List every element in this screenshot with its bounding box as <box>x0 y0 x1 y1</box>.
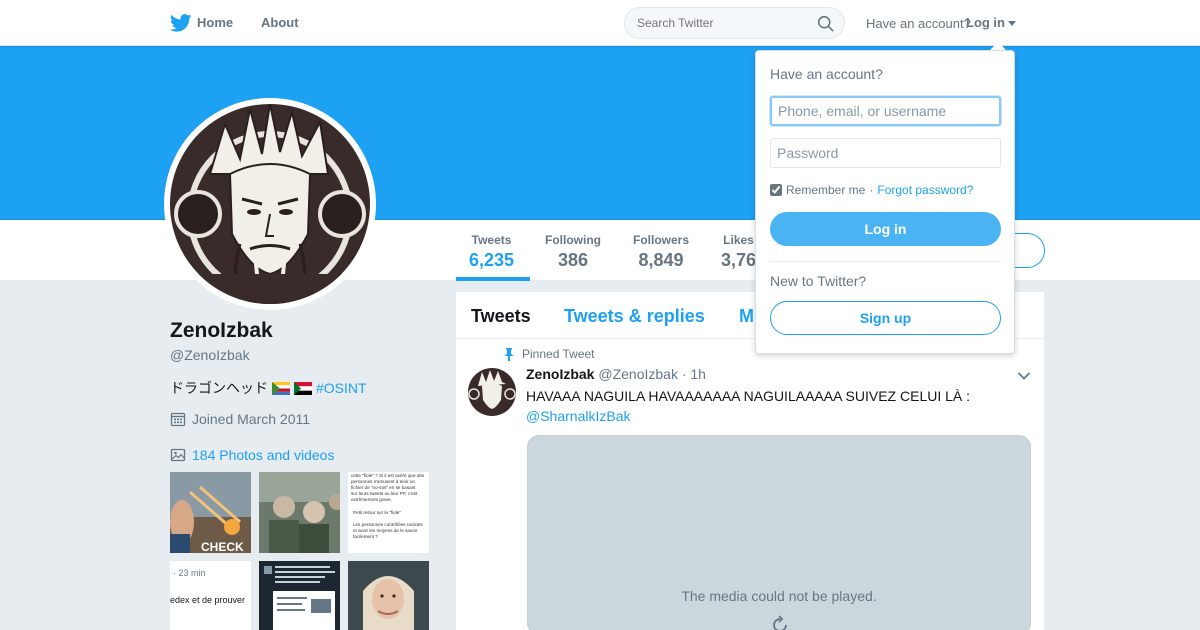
login-dropdown-toggle[interactable]: Log in <box>966 15 1005 30</box>
login-button[interactable]: Log in <box>770 212 1001 246</box>
thumbnail-text: edex et de prouver <box>170 595 245 605</box>
media-thumbnail[interactable]: · 23 min edex et de prouver <box>170 561 251 630</box>
stat-followers[interactable]: Followers 8,849 <box>633 233 689 271</box>
remember-row: Remember me · Forgot password? <box>770 183 973 197</box>
thumbnail-people-image <box>259 472 340 553</box>
media-thumbnail[interactable]: CHECK <box>170 472 251 553</box>
bio-text: ドラゴンヘッド <box>170 380 268 396</box>
thumbnail-text-line: extrêmement grave. <box>351 497 392 502</box>
media-thumbnail[interactable] <box>259 472 340 553</box>
comoros-flag-icon <box>272 381 290 395</box>
joined-date: Joined March 2011 <box>170 411 310 427</box>
tweet-timestamp[interactable]: · 1h <box>682 366 706 382</box>
calendar-icon <box>170 412 186 427</box>
media-thumbnail[interactable] <box>348 561 429 630</box>
bio-hashtag-link[interactable]: #OSINT <box>316 380 367 396</box>
nav-about-link[interactable]: About <box>261 15 299 30</box>
stat-label: Tweets <box>471 233 512 247</box>
signup-button[interactable]: Sign up <box>770 301 1001 335</box>
pin-icon <box>504 347 514 361</box>
top-nav-bar: Home About Have an account? Log in <box>0 0 1200 46</box>
password-field[interactable] <box>770 138 1001 168</box>
chevron-down-icon[interactable] <box>1017 371 1031 381</box>
tweet-body: HAVAAA NAGUILA HAVAAAAAAA NAGUILAAAAA SU… <box>526 388 971 404</box>
sudan-flag-icon <box>294 381 312 395</box>
profile-avatar[interactable] <box>164 98 376 310</box>
thumbnail-text-line: facilement ? <box>353 534 378 539</box>
twitter-bird-icon[interactable] <box>170 14 192 32</box>
tweet-author-handle[interactable]: @ZenoIzbak <box>598 366 678 382</box>
avatar-illustration <box>170 104 370 304</box>
pinned-text: Pinned Tweet <box>522 347 595 361</box>
active-stat-underline <box>456 277 530 281</box>
stat-value: 386 <box>557 250 589 270</box>
thumbnail-text-line: et avoir les moyens de le savoir <box>353 528 418 533</box>
tweet-media-player[interactable]: The media could not be played. <box>527 435 1031 630</box>
tweet-author-name[interactable]: ZenoIzbak <box>526 366 594 382</box>
thumbnail-tweet-image: · 23 min edex et de prouver <box>170 561 251 630</box>
image-icon <box>170 448 186 462</box>
tab-media[interactable]: M <box>739 306 754 327</box>
media-thumbnail[interactable]: cette "fiole" ? Si il est avéré que des … <box>348 472 429 553</box>
stat-value: 3,76 <box>721 250 757 270</box>
tweet-text: HAVAAA NAGUILA HAVAAAAAAA NAGUILAAAAA SU… <box>526 386 996 426</box>
thumbnail-text-line: personnes s'amusent à tenir un <box>351 479 415 484</box>
tweet-author-avatar[interactable] <box>468 368 516 416</box>
tweet-mention-link[interactable]: @SharnalkIzBak <box>526 406 996 426</box>
tab-tweets-replies[interactable]: Tweets & replies <box>564 306 705 327</box>
thumbnail-text-line: sur leurs tweets ou leur PP, c'est <box>351 491 418 496</box>
username-field[interactable] <box>770 96 1001 126</box>
search-icon[interactable] <box>817 15 834 32</box>
thumbnail-caption: CHECK <box>201 540 244 553</box>
thumbnail-portrait-image <box>348 561 429 630</box>
media-thumbnail[interactable] <box>259 561 340 630</box>
search-box[interactable] <box>624 7 845 39</box>
separator-dot: · <box>869 183 874 197</box>
dropdown-title: Have an account? <box>770 66 883 82</box>
search-input[interactable] <box>637 16 807 30</box>
stat-label: Following <box>545 233 601 247</box>
have-account-text: Have an account? <box>866 16 971 31</box>
tweet-avatar-image <box>468 368 516 416</box>
joined-text: Joined March 2011 <box>192 411 311 427</box>
stat-following[interactable]: Following 386 <box>545 233 601 271</box>
thumbnail-time: · 23 min <box>173 568 206 578</box>
stat-label: Followers <box>633 233 690 247</box>
pinned-tweet-label: Pinned Tweet <box>504 347 595 361</box>
login-dropdown: Have an account? Remember me · Forgot pa… <box>755 50 1015 354</box>
dropdown-divider <box>770 261 1001 262</box>
stat-tweets[interactable]: Tweets 6,235 <box>469 233 514 271</box>
photos-videos-link[interactable]: 184 Photos and videos <box>170 447 334 463</box>
thumbnail-screenshot-image <box>259 561 340 630</box>
profile-bio: ドラゴンヘッド #OSINT <box>170 378 367 398</box>
thumbnail-text-line: cette "fiole" ? Si il est avéré que des <box>351 473 425 478</box>
profile-handle[interactable]: @ZenoIzbak <box>170 347 250 363</box>
thumbnail-text-line: fichier de "no-sos" en se basant <box>351 485 416 490</box>
reload-icon[interactable] <box>769 614 791 630</box>
tweet-header: ZenoIzbak @ZenoIzbak · 1h <box>526 366 706 382</box>
caret-down-icon[interactable] <box>1008 21 1016 26</box>
remember-me-checkbox[interactable] <box>770 184 782 196</box>
tab-tweets[interactable]: Tweets <box>471 306 531 327</box>
thumbnail-text-line: Les personnes contrôlées racistes <box>353 522 423 527</box>
remember-me-label[interactable]: Remember me <box>786 183 865 197</box>
profile-name[interactable]: ZenoIzbak <box>170 319 273 343</box>
thumbnail-missiles-image: CHECK <box>170 472 251 553</box>
nav-home-link[interactable]: Home <box>197 15 233 30</box>
media-error-message: The media could not be played. <box>681 588 877 604</box>
thumbnail-text-line: Petit retour sur la "fiole" <box>353 510 401 515</box>
stat-value: 8,849 <box>638 250 684 270</box>
stat-label: Likes <box>723 233 754 247</box>
thumbnail-text-image: cette "fiole" ? Si il est avéré que des … <box>348 472 429 553</box>
photos-link-label[interactable]: 184 Photos and videos <box>192 447 334 463</box>
forgot-password-link[interactable]: Forgot password? <box>877 183 973 197</box>
stat-likes[interactable]: Likes 3,76 <box>721 233 756 271</box>
stat-value: 6,235 <box>469 250 515 270</box>
new-to-twitter-text: New to Twitter? <box>770 273 867 289</box>
